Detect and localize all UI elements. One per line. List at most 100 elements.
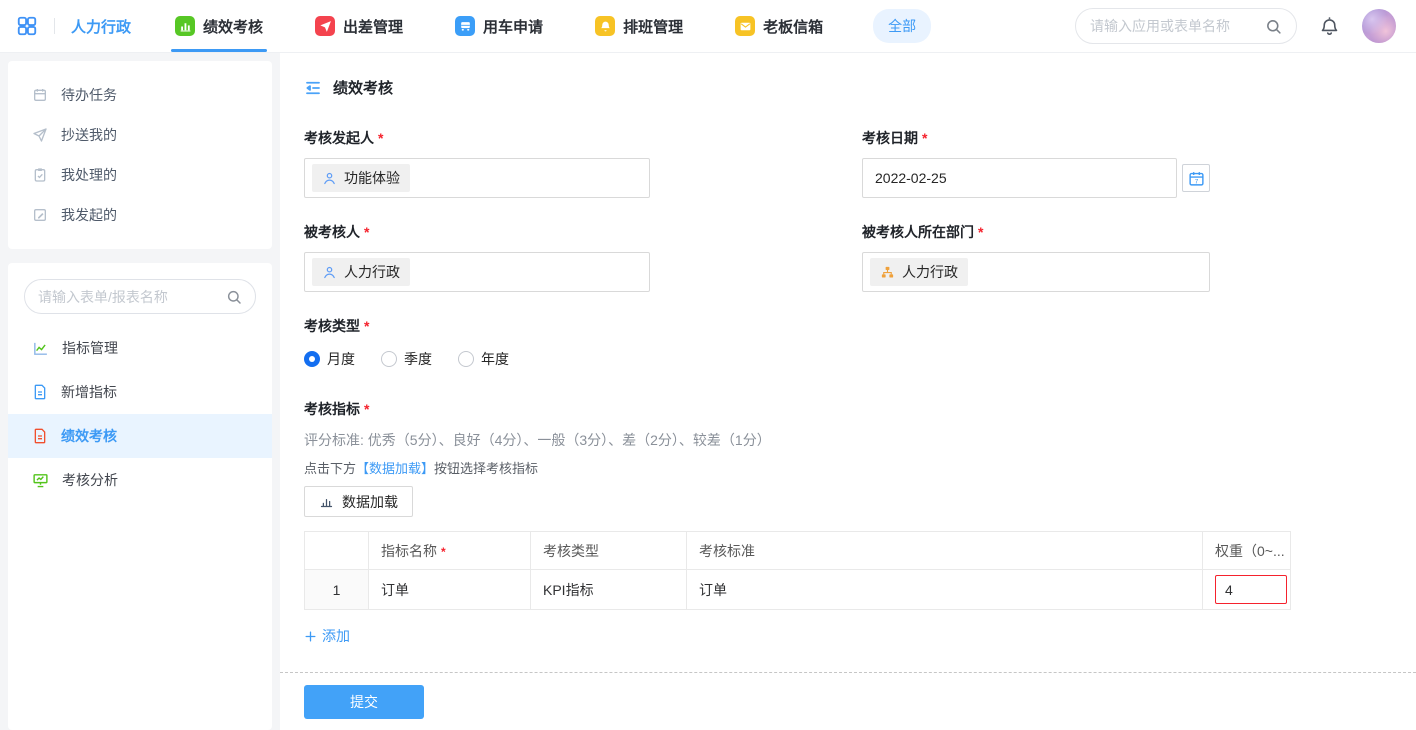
- indicator-table: 指标名称* 考核类型 考核标准 权重（0~... 1 订单 KPI指标 订单: [304, 531, 1291, 610]
- form-search-input[interactable]: [38, 289, 226, 305]
- paper-plane-app-icon: [315, 16, 335, 36]
- header-weight: 权重（0~...: [1203, 532, 1291, 570]
- app-search-input[interactable]: [1090, 18, 1265, 34]
- page-title: 绩效考核: [333, 77, 393, 98]
- tab-shift-schedule[interactable]: 排班管理: [595, 0, 683, 52]
- radio-yearly[interactable]: 年度: [458, 349, 509, 369]
- radio-quarterly[interactable]: 季度: [381, 349, 432, 369]
- required-mark: *: [364, 318, 369, 334]
- top-navigation-bar: 人力行政 绩效考核 出差管理 用车申请 排班管理: [0, 0, 1416, 53]
- sidebar-item-indicator-management[interactable]: 指标管理: [8, 326, 272, 370]
- scoring-standard-hint: 评分标准: 优秀（5分）、良好（4分）、一般（3分）、差（2分）、较差（1分）: [304, 430, 1392, 450]
- bus-app-icon: [455, 16, 475, 36]
- add-row-button[interactable]: 添加: [304, 626, 350, 646]
- tab-label: 排班管理: [623, 16, 683, 37]
- required-mark: *: [978, 224, 983, 240]
- form-footer: 提交: [280, 672, 1416, 730]
- red-doc-icon: [32, 428, 48, 444]
- radio-label: 月度: [327, 349, 355, 369]
- initiator-field[interactable]: 功能体验: [304, 158, 650, 198]
- required-mark: *: [364, 224, 369, 240]
- sidebar-item-todo-tasks[interactable]: 待办任务: [8, 75, 272, 115]
- required-mark: *: [364, 401, 369, 417]
- date-input[interactable]: [862, 158, 1177, 198]
- sidebar-item-review-analysis[interactable]: 考核分析: [8, 458, 272, 502]
- assessee-field[interactable]: 人力行政: [304, 252, 650, 292]
- assessee-chip: 人力行政: [312, 258, 410, 286]
- mail-app-icon: [735, 16, 755, 36]
- sidebar-item-label: 我发起的: [61, 205, 117, 225]
- table-row: 1 订单 KPI指标 订单: [305, 570, 1291, 610]
- app-search[interactable]: [1075, 8, 1297, 44]
- data-load-button[interactable]: 数据加载: [304, 486, 413, 517]
- form-search[interactable]: [24, 279, 256, 314]
- bell-app-icon: [595, 16, 615, 36]
- line-chart-icon: [32, 340, 49, 357]
- sidebar-item-label: 抄送我的: [61, 125, 117, 145]
- cell-indicator-name: 订单: [369, 570, 531, 610]
- cell-review-standard: 订单: [687, 570, 1203, 610]
- send-icon: [32, 127, 48, 143]
- department-field[interactable]: 人力行政: [862, 252, 1210, 292]
- workbench-grid-icon[interactable]: [16, 15, 38, 37]
- form-row-1: 考核发起人* 功能体验 考核日期*: [304, 98, 1392, 198]
- required-mark: *: [922, 130, 927, 146]
- person-icon: [322, 171, 337, 186]
- sidebar-item-initiated-by-me[interactable]: 我发起的: [8, 195, 272, 235]
- initiator-chip-label: 功能体验: [344, 168, 400, 188]
- tab-performance-review[interactable]: 绩效考核: [175, 0, 263, 52]
- review-form: 考核发起人* 功能体验 考核日期*: [280, 98, 1416, 646]
- tab-business-trip[interactable]: 出差管理: [315, 0, 403, 52]
- main-panel: 绩效考核 考核发起人* 功能体验 考: [280, 53, 1416, 730]
- required-mark: *: [441, 545, 446, 559]
- tab-label: 绩效考核: [203, 16, 263, 37]
- required-mark: *: [378, 130, 383, 146]
- notification-bell-icon[interactable]: [1319, 16, 1340, 37]
- sidebar-item-label: 新增指标: [61, 382, 117, 402]
- cell-index: 1: [305, 570, 369, 610]
- sidebar-item-label: 考核分析: [62, 470, 118, 490]
- indicator-label: 考核指标*: [304, 399, 1392, 419]
- bar-chart-app-icon: [175, 16, 195, 36]
- weight-input[interactable]: [1215, 575, 1287, 604]
- user-avatar[interactable]: [1362, 9, 1396, 43]
- radio-unselected-icon: [381, 351, 397, 367]
- bar-chart-icon: [319, 494, 334, 509]
- blue-doc-icon: [32, 384, 48, 400]
- radio-monthly[interactable]: 月度: [304, 349, 355, 369]
- radio-selected-icon: [304, 351, 320, 367]
- tab-boss-mailbox[interactable]: 老板信箱: [735, 0, 823, 52]
- form-menu-card: 指标管理 新增指标 绩效考核 考核分析: [8, 263, 272, 730]
- department-chip-label: 人力行政: [902, 262, 958, 282]
- sidebar-item-performance-review[interactable]: 绩效考核: [8, 414, 272, 458]
- data-load-button-label: 数据加载: [342, 492, 398, 512]
- click-hint: 点击下方【数据加载】按钮选择考核指标: [304, 458, 1392, 477]
- table-header-row: 指标名称* 考核类型 考核标准 权重（0~...: [305, 532, 1291, 570]
- assessee-chip-label: 人力行政: [344, 262, 400, 282]
- topbar-right-group: [1075, 8, 1396, 44]
- type-radio-group: 月度 季度 年度: [304, 349, 1392, 369]
- type-label: 考核类型*: [304, 316, 1392, 336]
- sidebar: 待办任务 抄送我的 我处理的 我发起的: [0, 53, 280, 730]
- tab-vehicle-request[interactable]: 用车申请: [455, 0, 543, 52]
- main-header: 绩效考核: [280, 53, 1416, 98]
- submit-button[interactable]: 提交: [304, 685, 424, 719]
- header-indicator-name: 指标名称*: [369, 532, 531, 570]
- sidebar-item-handled-by-me[interactable]: 我处理的: [8, 155, 272, 195]
- cell-review-type: KPI指标: [531, 570, 687, 610]
- clipboard-check-icon: [32, 167, 48, 183]
- radio-unselected-icon: [458, 351, 474, 367]
- data-load-link[interactable]: 【数据加载】: [356, 461, 434, 476]
- collapse-sidebar-icon[interactable]: [304, 79, 322, 97]
- search-icon: [1265, 18, 1282, 35]
- sidebar-item-label: 指标管理: [62, 338, 118, 358]
- workspace-name[interactable]: 人力行政: [71, 16, 131, 37]
- sidebar-item-cc-to-me[interactable]: 抄送我的: [8, 115, 272, 155]
- sidebar-item-new-indicator[interactable]: 新增指标: [8, 370, 272, 414]
- divider: [54, 18, 55, 34]
- department-chip: 人力行政: [870, 258, 968, 286]
- all-apps-pill[interactable]: 全部: [873, 9, 931, 43]
- calendar-icon[interactable]: 7: [1182, 164, 1210, 192]
- svg-text:7: 7: [1194, 178, 1198, 185]
- org-chart-icon: [880, 265, 895, 280]
